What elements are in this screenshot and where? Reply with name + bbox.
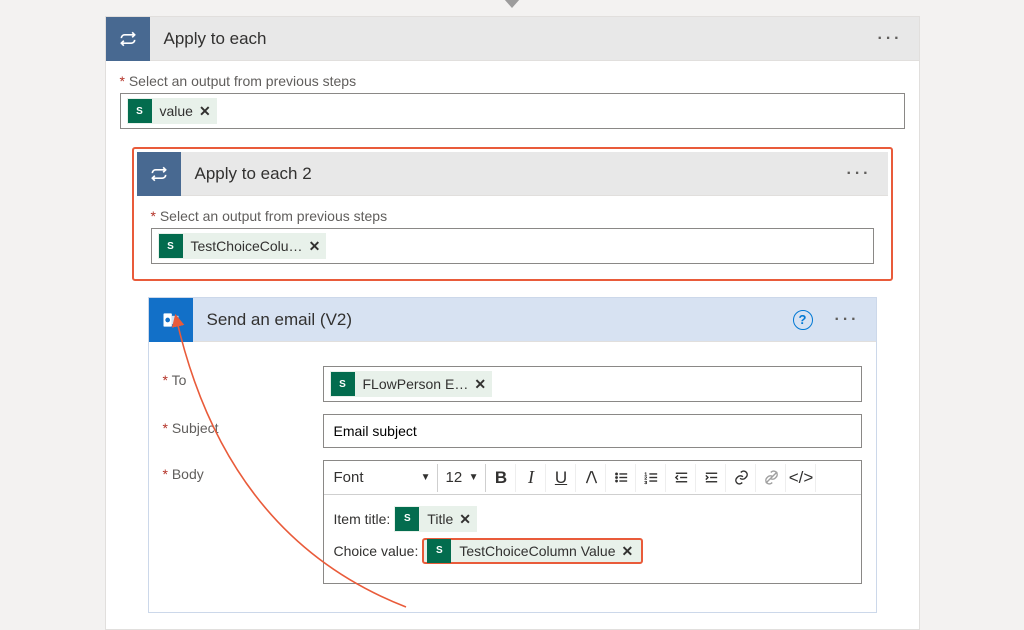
apply-to-each-card: Apply to each ··· Select an output from … (105, 16, 920, 630)
sharepoint-icon: S (427, 539, 451, 563)
output-token-input[interactable]: S value ✕ (120, 93, 905, 129)
text-color-icon[interactable] (578, 464, 606, 492)
dynamic-token-choice-value[interactable]: S TestChoiceColumn Value ✕ (422, 538, 643, 564)
card-title: Apply to each (150, 29, 874, 49)
subject-label: Subject (163, 414, 323, 436)
link-icon[interactable] (728, 464, 756, 492)
dynamic-token-testchoice[interactable]: S TestChoiceColu… ✕ (158, 233, 327, 259)
remove-token-icon[interactable]: ✕ (197, 103, 217, 120)
remove-token-icon[interactable]: ✕ (307, 238, 327, 255)
more-menu-icon[interactable]: ··· (874, 26, 907, 52)
font-size-select[interactable]: 12▼ (440, 464, 486, 492)
code-view-icon[interactable]: </> (788, 464, 816, 492)
highlight-annotation: Apply to each 2 ··· Select an output fro… (132, 147, 893, 281)
body-text: Choice value: (334, 537, 419, 565)
bold-icon[interactable]: B (488, 464, 516, 492)
control-loop-icon (106, 17, 150, 61)
sharepoint-icon: S (395, 507, 419, 531)
apply-to-each-2-card: Apply to each 2 ··· Select an output fro… (137, 152, 888, 276)
outdent-icon[interactable] (668, 464, 696, 492)
indent-icon[interactable] (698, 464, 726, 492)
help-icon[interactable]: ? (793, 310, 813, 330)
card-title: Send an email (V2) (193, 310, 793, 330)
send-email-header[interactable]: Send an email (V2) ? ··· (149, 298, 876, 342)
connector-chevron-icon (504, 0, 520, 8)
more-menu-icon[interactable]: ··· (831, 307, 864, 333)
token-label: TestChoiceColumn Value (455, 537, 619, 565)
card-title: Apply to each 2 (181, 164, 843, 184)
output-label: Select an output from previous steps (151, 208, 874, 224)
dynamic-token-flowperson[interactable]: S FLowPerson E… ✕ (330, 371, 493, 397)
apply-to-each-header[interactable]: Apply to each ··· (106, 17, 919, 61)
dynamic-token-title[interactable]: S Title ✕ (394, 506, 477, 532)
control-loop-icon (137, 152, 181, 196)
email-to-input[interactable]: S FLowPerson E… ✕ (323, 366, 862, 402)
bullet-list-icon[interactable] (608, 464, 636, 492)
rich-text-editor: Font▼ 12▼ B I U 123 (323, 460, 862, 584)
token-label: Title (423, 505, 457, 533)
numbered-list-icon[interactable]: 123 (638, 464, 666, 492)
sharepoint-icon: S (159, 234, 183, 258)
underline-icon[interactable]: U (548, 464, 576, 492)
remove-token-icon[interactable]: ✕ (619, 537, 639, 565)
sharepoint-icon: S (128, 99, 152, 123)
dynamic-token-value[interactable]: S value ✕ (127, 98, 217, 124)
send-email-card: Send an email (V2) ? ··· To (148, 297, 877, 613)
sharepoint-icon: S (331, 372, 355, 396)
font-family-select[interactable]: Font▼ (328, 464, 438, 492)
body-label: Body (163, 460, 323, 482)
remove-token-icon[interactable]: ✕ (457, 505, 477, 533)
output-token-input[interactable]: S TestChoiceColu… ✕ (151, 228, 874, 264)
more-menu-icon[interactable]: ··· (843, 161, 876, 187)
email-body-input[interactable]: Item title: S Title ✕ (324, 495, 861, 583)
output-label: Select an output from previous steps (120, 73, 905, 89)
token-label: value (156, 103, 197, 119)
to-label: To (163, 366, 323, 388)
svg-text:3: 3 (644, 480, 647, 486)
font-family-value: Font (334, 469, 364, 486)
token-label: TestChoiceColu… (187, 238, 307, 254)
clear-format-icon[interactable] (758, 464, 786, 492)
italic-icon[interactable]: I (518, 464, 546, 492)
body-text: Item title: (334, 505, 391, 533)
rich-text-toolbar: Font▼ 12▼ B I U 123 (324, 461, 861, 495)
font-size-value: 12 (446, 469, 463, 486)
token-label: FLowPerson E… (359, 376, 473, 392)
email-subject-input[interactable] (323, 414, 862, 448)
apply-to-each-2-header[interactable]: Apply to each 2 ··· (137, 152, 888, 196)
outlook-icon (149, 298, 193, 342)
remove-token-icon[interactable]: ✕ (472, 376, 492, 393)
